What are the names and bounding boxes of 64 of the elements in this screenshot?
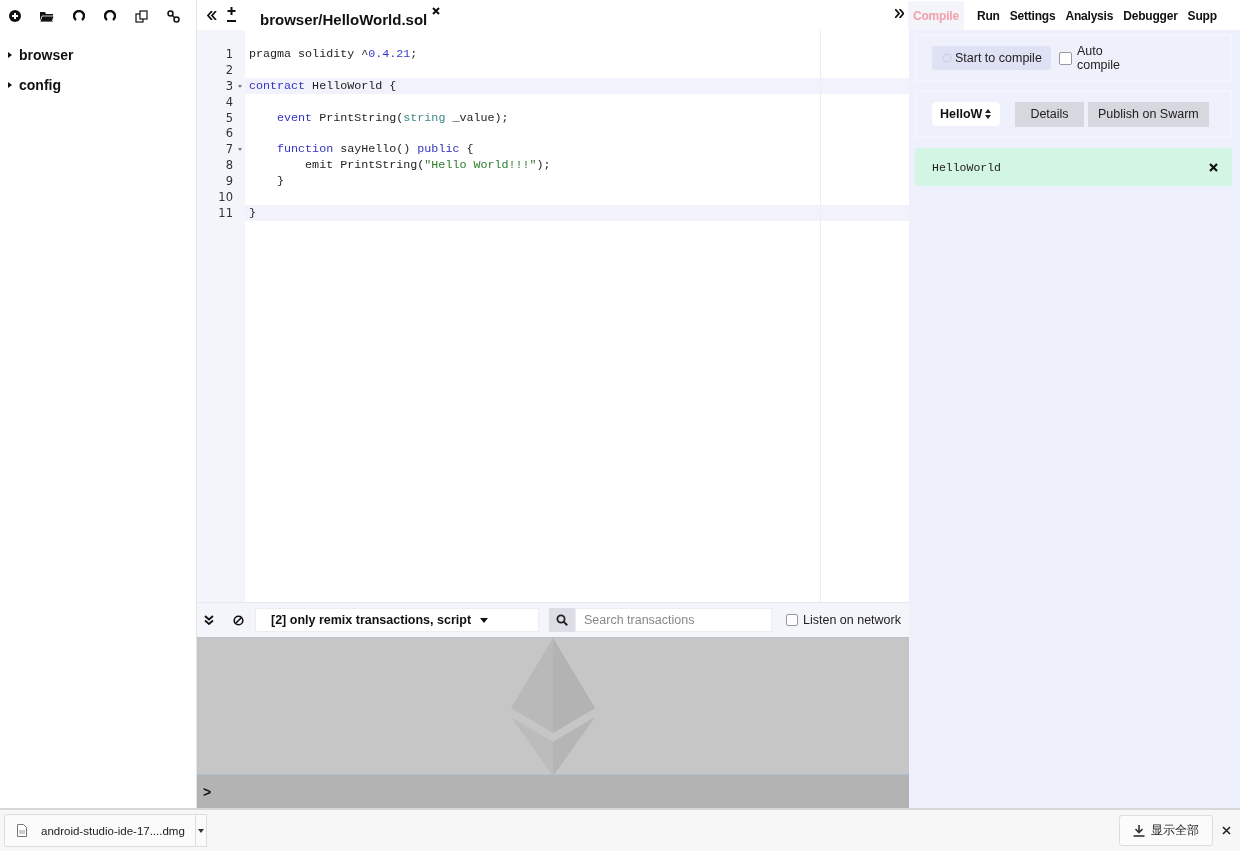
code-line[interactable]: contract HelloWorld {: [249, 78, 397, 93]
prompt-symbol: >: [203, 783, 212, 800]
publish-button[interactable]: Publish on Swarm: [1088, 101, 1209, 127]
filter-dropdown[interactable]: [2] only remix transactions, script: [255, 608, 539, 632]
line-number: 11: [218, 205, 233, 220]
code-line[interactable]: }: [249, 174, 285, 189]
double-chevron-down-icon[interactable]: [204, 615, 214, 625]
panel-tab[interactable]: Run: [971, 0, 1005, 30]
checkbox[interactable]: [786, 614, 798, 626]
link-icon[interactable]: [167, 9, 180, 23]
folder-icon[interactable]: [40, 10, 54, 22]
fold-icon[interactable]: [238, 84, 242, 88]
double-chevron-right-icon[interactable]: [895, 8, 904, 18]
fold-icon[interactable]: [238, 148, 242, 152]
contract-select[interactable]: HelloW: [932, 102, 1000, 126]
zoom-icon[interactable]: [226, 6, 237, 24]
clear-icon[interactable]: [233, 614, 244, 626]
line-number: 2: [225, 62, 233, 77]
code-line[interactable]: emit PrintString("Hello World!!!");: [249, 158, 551, 173]
close-icon[interactable]: [432, 7, 441, 15]
close-icon[interactable]: [1222, 826, 1231, 835]
double-chevron-left-icon[interactable]: [207, 10, 217, 20]
panel-tab[interactable]: Debugger: [1118, 0, 1183, 30]
caret-icon: [197, 828, 204, 833]
download-item[interactable]: android-studio-ide-17....dmg: [4, 814, 196, 847]
details-button[interactable]: Details: [1015, 101, 1084, 127]
line-number: 4: [225, 94, 233, 109]
panel-tab[interactable]: Supp: [1182, 0, 1222, 30]
search-icon: [556, 614, 568, 626]
line-number: 3: [225, 78, 233, 93]
terminal-input[interactable]: >: [197, 775, 909, 808]
show-all-button[interactable]: 显示全部: [1119, 815, 1213, 846]
caret-icon[interactable]: [8, 52, 12, 58]
checkbox[interactable]: [1059, 51, 1072, 65]
download-icon: [1133, 824, 1145, 837]
folder-label[interactable]: config: [19, 77, 61, 93]
compile-button[interactable]: Start to compile: [932, 46, 1051, 70]
code-line[interactable]: event PrintString(string _value);: [249, 110, 509, 125]
search-button[interactable]: [549, 608, 575, 632]
line-number: 9: [225, 174, 233, 189]
line-number: 8: [225, 158, 233, 173]
code-line[interactable]: }: [249, 205, 256, 220]
file-icon: [17, 824, 27, 837]
caret-icon[interactable]: [8, 82, 12, 88]
line-number: 1: [225, 46, 233, 61]
checkbox-label[interactable]: Auto compile: [1077, 44, 1127, 72]
dropdown-button[interactable]: [195, 814, 207, 847]
code-line[interactable]: pragma solidity ^0.4.21;: [249, 46, 418, 61]
line-number: 7: [225, 142, 233, 157]
search-field[interactable]: Search transactions: [575, 608, 772, 632]
sort-arrows-icon: [985, 109, 992, 119]
panel-tab[interactable]: Analysis: [1060, 0, 1119, 30]
line-number: 10: [218, 189, 233, 204]
contract-name: HelloWorld: [932, 160, 1001, 174]
folder-label[interactable]: browser: [19, 47, 74, 63]
checkbox-label[interactable]: Listen on network: [803, 613, 901, 627]
add-file-icon[interactable]: [9, 10, 21, 22]
panel-tab[interactable]: Settings: [1004, 0, 1061, 30]
close-icon[interactable]: [1209, 162, 1218, 172]
code-line[interactable]: function sayHello() public {: [249, 142, 474, 157]
line-number: 6: [225, 126, 233, 141]
caret-icon: [480, 617, 489, 623]
line-number: 5: [225, 110, 233, 125]
copy-icon[interactable]: [135, 9, 148, 23]
